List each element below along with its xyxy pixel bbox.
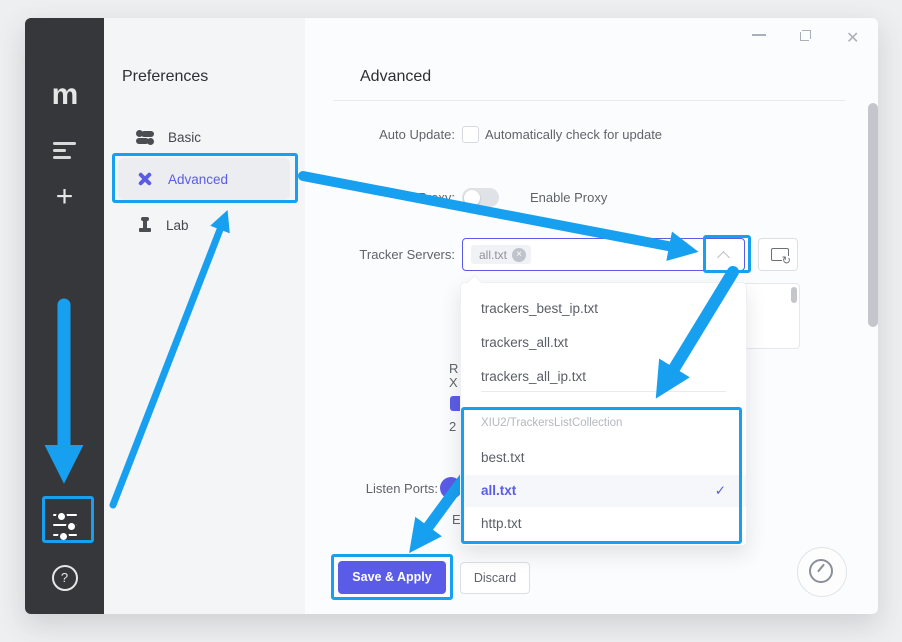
tracker-servers-label: Tracker Servers: <box>280 247 455 262</box>
toggles-icon <box>136 130 154 145</box>
dropdown-option[interactable]: trackers_all_ip.txt <box>461 361 746 393</box>
dropdown-option[interactable]: trackers_all.txt <box>461 327 746 359</box>
add-task-icon[interactable]: + <box>25 180 104 214</box>
sync-trackers-button[interactable]: ↻ <box>758 238 798 271</box>
obscured-text-fragment: R <box>449 361 458 376</box>
help-icon[interactable]: ? <box>25 565 104 591</box>
obscured-text-fragment: 2 <box>449 419 456 434</box>
maximize-icon[interactable] <box>800 30 811 41</box>
annotation-box-settings-icon <box>42 496 94 543</box>
obscured-toggle-fragment <box>440 477 462 499</box>
obscured-checkbox-fragment <box>450 396 460 411</box>
annotation-box-advanced <box>112 153 298 203</box>
auto-update-label: Auto Update: <box>280 127 455 142</box>
obscured-text-fragment: X <box>449 375 458 390</box>
title-divider <box>333 100 845 101</box>
preferences-pane <box>104 18 305 614</box>
motrix-logo: m <box>25 78 104 112</box>
content-scrollbar-thumb[interactable] <box>868 103 878 327</box>
annotation-box-dropdown-group <box>461 407 742 544</box>
gauge-icon <box>809 559 833 583</box>
close-icon[interactable]: ✕ <box>846 28 859 48</box>
sidebar-item-label: Basic <box>168 130 201 145</box>
discard-button[interactable]: Discard <box>460 562 530 594</box>
proxy-label: Proxy: <box>280 190 455 205</box>
proxy-toggle[interactable] <box>462 188 499 207</box>
annotation-box-save-button <box>331 554 453 600</box>
dropdown-option[interactable]: trackers_best_ip.txt <box>461 293 746 325</box>
refresh-arrow-icon: ↻ <box>782 256 791 266</box>
page-title: Advanced <box>360 68 431 86</box>
textarea-scrollbar-thumb[interactable] <box>791 287 797 303</box>
sidebar-item-label: Lab <box>166 218 189 233</box>
sidebar-item-lab[interactable]: Lab <box>138 212 189 238</box>
auto-update-checkbox-label[interactable]: Automatically check for update <box>485 127 662 142</box>
selected-tracker-tag: all.txt × <box>471 245 531 264</box>
proxy-toggle-label: Enable Proxy <box>530 190 607 205</box>
sidebar-item-basic[interactable]: Basic <box>136 124 201 150</box>
minimize-icon[interactable] <box>752 34 766 36</box>
lab-icon <box>138 217 152 233</box>
annotation-box-chevron <box>703 235 751 273</box>
tag-remove-icon[interactable]: × <box>512 248 526 262</box>
dropdown-divider <box>481 391 726 392</box>
task-list-icon[interactable] <box>25 138 104 159</box>
auto-update-checkbox[interactable] <box>462 126 479 143</box>
listen-ports-label: Listen Ports: <box>263 481 438 496</box>
speed-limit-button[interactable] <box>797 547 847 597</box>
preferences-title: Preferences <box>122 68 208 86</box>
